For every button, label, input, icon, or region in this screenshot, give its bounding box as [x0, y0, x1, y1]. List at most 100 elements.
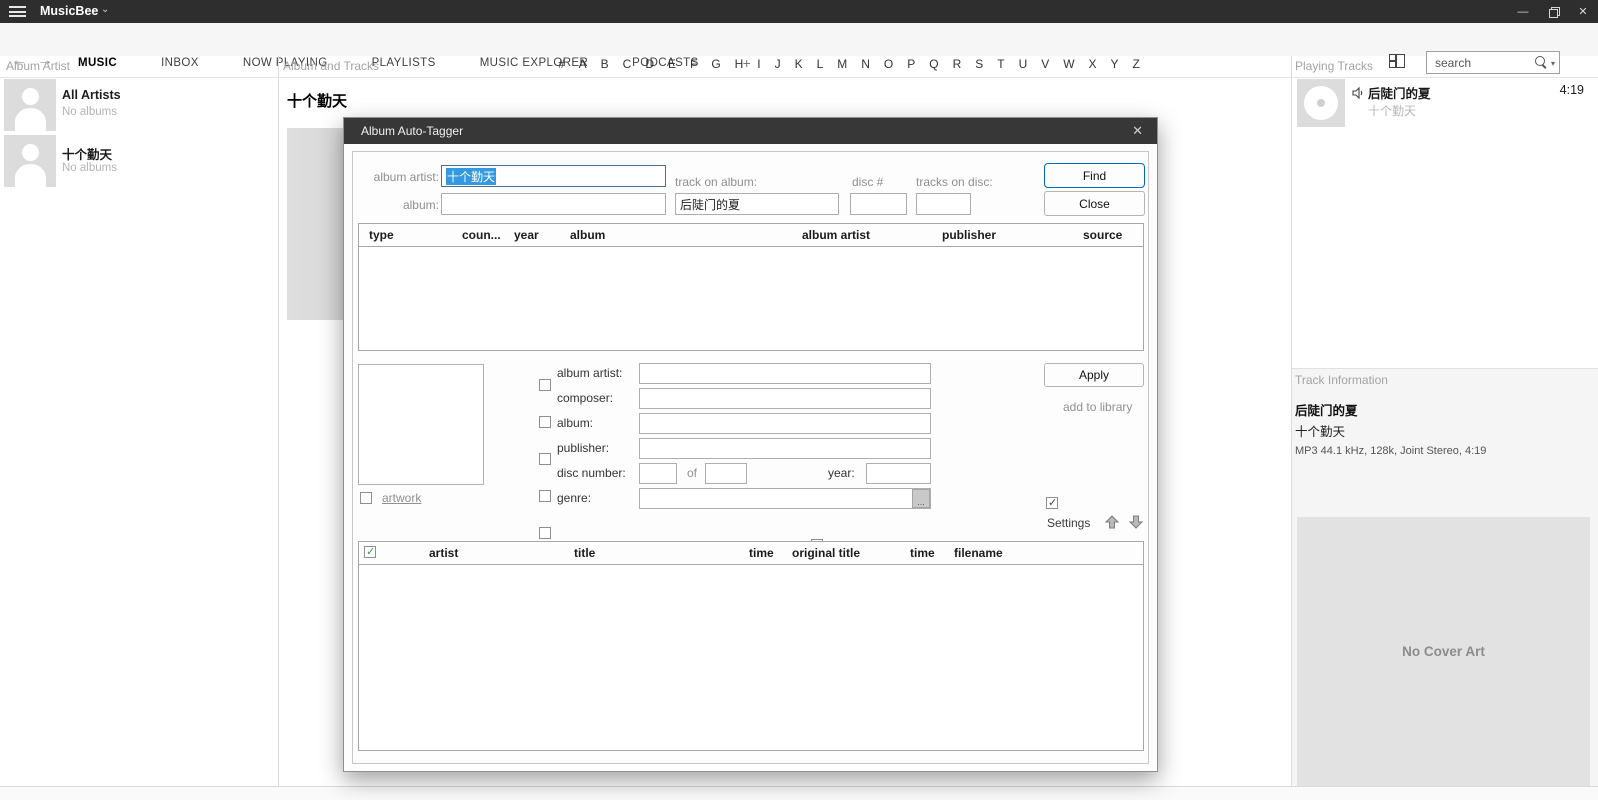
alpha-link[interactable]: Z	[1133, 57, 1140, 71]
track-on-album-input[interactable]: 后陡门的夏	[675, 193, 839, 215]
alpha-link[interactable]: Q	[929, 57, 938, 71]
col-time[interactable]: time	[739, 542, 782, 564]
alpha-link[interactable]: I	[757, 57, 760, 71]
col-type[interactable]: type	[359, 224, 452, 246]
tag-composer-input[interactable]	[639, 388, 931, 409]
alpha-link[interactable]: V	[1041, 57, 1049, 71]
dialog-close-action-button[interactable]: Close	[1044, 191, 1145, 216]
alpha-link[interactable]: K	[795, 57, 803, 71]
artist-list: All Artists No albums 十个勤天 No albums	[4, 79, 274, 191]
move-down-arrow-icon[interactable]	[1128, 514, 1144, 530]
artwork-checkbox[interactable]	[360, 492, 372, 504]
col-source[interactable]: source	[1073, 224, 1145, 246]
alpha-link[interactable]: #	[558, 57, 565, 71]
alpha-link[interactable]: N	[861, 57, 870, 71]
alpha-link[interactable]: J	[775, 57, 781, 71]
apply-button[interactable]: Apply	[1044, 363, 1144, 387]
col-artist[interactable]: artist	[419, 542, 564, 564]
alpha-link[interactable]: S	[975, 57, 983, 71]
artwork-link[interactable]: artwork	[382, 491, 421, 505]
tab-playlists[interactable]: PLAYLISTS	[372, 57, 436, 69]
alpha-link[interactable]: T	[997, 57, 1004, 71]
close-button[interactable]: ✕	[1568, 0, 1598, 23]
disc-number-label: disc #	[852, 175, 883, 189]
hamburger-menu-icon[interactable]	[9, 6, 26, 17]
tracks-table[interactable]: artist title time original title time fi…	[358, 541, 1144, 751]
year-input[interactable]	[866, 463, 931, 484]
list-item-artist[interactable]: 十个勤天 No albums	[4, 135, 274, 191]
alpha-link[interactable]: B	[601, 57, 609, 71]
tracks-on-disc-input[interactable]	[916, 193, 971, 215]
alpha-link[interactable]: R	[953, 57, 962, 71]
app-menu-chevron-down-icon[interactable]: ⌄	[101, 4, 109, 15]
tag-album-input[interactable]	[639, 413, 931, 434]
alpha-link[interactable]: M	[837, 57, 847, 71]
alpha-link[interactable]: A	[579, 57, 587, 71]
alpha-link[interactable]: W	[1063, 57, 1074, 71]
dialog-close-button[interactable]: ✕	[1128, 123, 1147, 139]
cover-art-placeholder: No Cover Art	[1297, 517, 1590, 786]
disc-total-input[interactable]	[705, 463, 747, 484]
tag-disc-number-checkbox[interactable]	[539, 527, 551, 539]
app-title: MusicBee	[40, 4, 98, 18]
musicbee-window: MusicBee ⌄ — ✕ ← → MUSIC INBOX NOW PLAYI…	[0, 0, 1598, 800]
alpha-link[interactable]: O	[884, 57, 893, 71]
alpha-link[interactable]: H	[735, 57, 744, 71]
now-playing-duration: 4:19	[1560, 83, 1584, 97]
col-publisher[interactable]: publisher	[932, 224, 1073, 246]
col-filename[interactable]: filename	[944, 542, 1145, 564]
alpha-link[interactable]: G	[711, 57, 720, 71]
track-on-album-value: 后陡门的夏	[680, 196, 740, 213]
search-icon[interactable]	[1535, 56, 1548, 69]
alpha-link[interactable]: U	[1019, 57, 1028, 71]
disc-number-value-input[interactable]	[639, 463, 677, 484]
tab-inbox[interactable]: INBOX	[161, 57, 199, 69]
player-bar	[0, 786, 1598, 800]
select-all-checkbox[interactable]	[364, 546, 376, 558]
alpha-link[interactable]: C	[623, 57, 632, 71]
tag-genre-label: genre:	[557, 491, 591, 505]
alpha-link[interactable]: P	[907, 57, 915, 71]
col-count[interactable]: coun...	[452, 224, 504, 246]
alpha-link[interactable]: E	[668, 57, 676, 71]
tag-publisher-checkbox[interactable]	[539, 490, 551, 502]
tag-album-artist-input[interactable]	[639, 363, 931, 384]
genre-browse-button[interactable]: ...	[912, 489, 930, 508]
album-artist-search-input[interactable]: 十个勤天	[441, 165, 666, 187]
add-to-library-checkbox[interactable]	[1046, 497, 1058, 509]
dialog-titlebar[interactable]: Album Auto-Tagger ✕	[344, 118, 1157, 144]
col-time-2[interactable]: time	[900, 542, 944, 564]
track-info-details: MP3 44.1 kHz, 128k, Joint Stereo, 4:19	[1295, 445, 1486, 457]
playing-track-row[interactable]: 后陡门的夏 4:19 十个勤天	[1292, 78, 1598, 130]
col-title[interactable]: title	[564, 542, 739, 564]
tag-album-checkbox[interactable]	[539, 453, 551, 465]
album-search-input[interactable]	[441, 193, 666, 215]
tag-composer-checkbox[interactable]	[539, 416, 551, 428]
results-header-row: type coun... year album album artist pub…	[359, 224, 1143, 247]
tag-publisher-input[interactable]	[639, 438, 931, 459]
tag-album-artist-checkbox[interactable]	[539, 379, 551, 391]
col-album[interactable]: album	[560, 224, 792, 246]
alpha-link[interactable]: F	[690, 57, 697, 71]
col-year[interactable]: year	[504, 224, 560, 246]
tab-music[interactable]: MUSIC	[78, 57, 117, 69]
search-input[interactable]	[1427, 56, 1535, 70]
minimize-button[interactable]: —	[1508, 0, 1538, 23]
alpha-link[interactable]: L	[817, 57, 824, 71]
restore-button[interactable]	[1538, 0, 1568, 23]
find-button[interactable]: Find	[1044, 163, 1145, 188]
col-album-artist[interactable]: album artist	[792, 224, 932, 246]
genre-input[interactable]	[639, 488, 931, 509]
search-results-table[interactable]: type coun... year album album artist pub…	[358, 223, 1144, 351]
disc-number-input[interactable]	[850, 193, 907, 215]
search-chevron-down-icon[interactable]: ▾	[1551, 59, 1555, 68]
alpha-link[interactable]: X	[1089, 57, 1097, 71]
move-up-arrow-icon[interactable]	[1104, 514, 1120, 530]
panel-layout-icon[interactable]	[1389, 54, 1405, 68]
artist-avatar-icon	[4, 135, 56, 187]
alpha-link[interactable]: D	[645, 57, 654, 71]
settings-link[interactable]: Settings	[1047, 516, 1090, 530]
list-item-all-artists[interactable]: All Artists No albums	[4, 79, 274, 135]
col-original-title[interactable]: original title	[782, 542, 900, 564]
alpha-link[interactable]: Y	[1111, 57, 1119, 71]
